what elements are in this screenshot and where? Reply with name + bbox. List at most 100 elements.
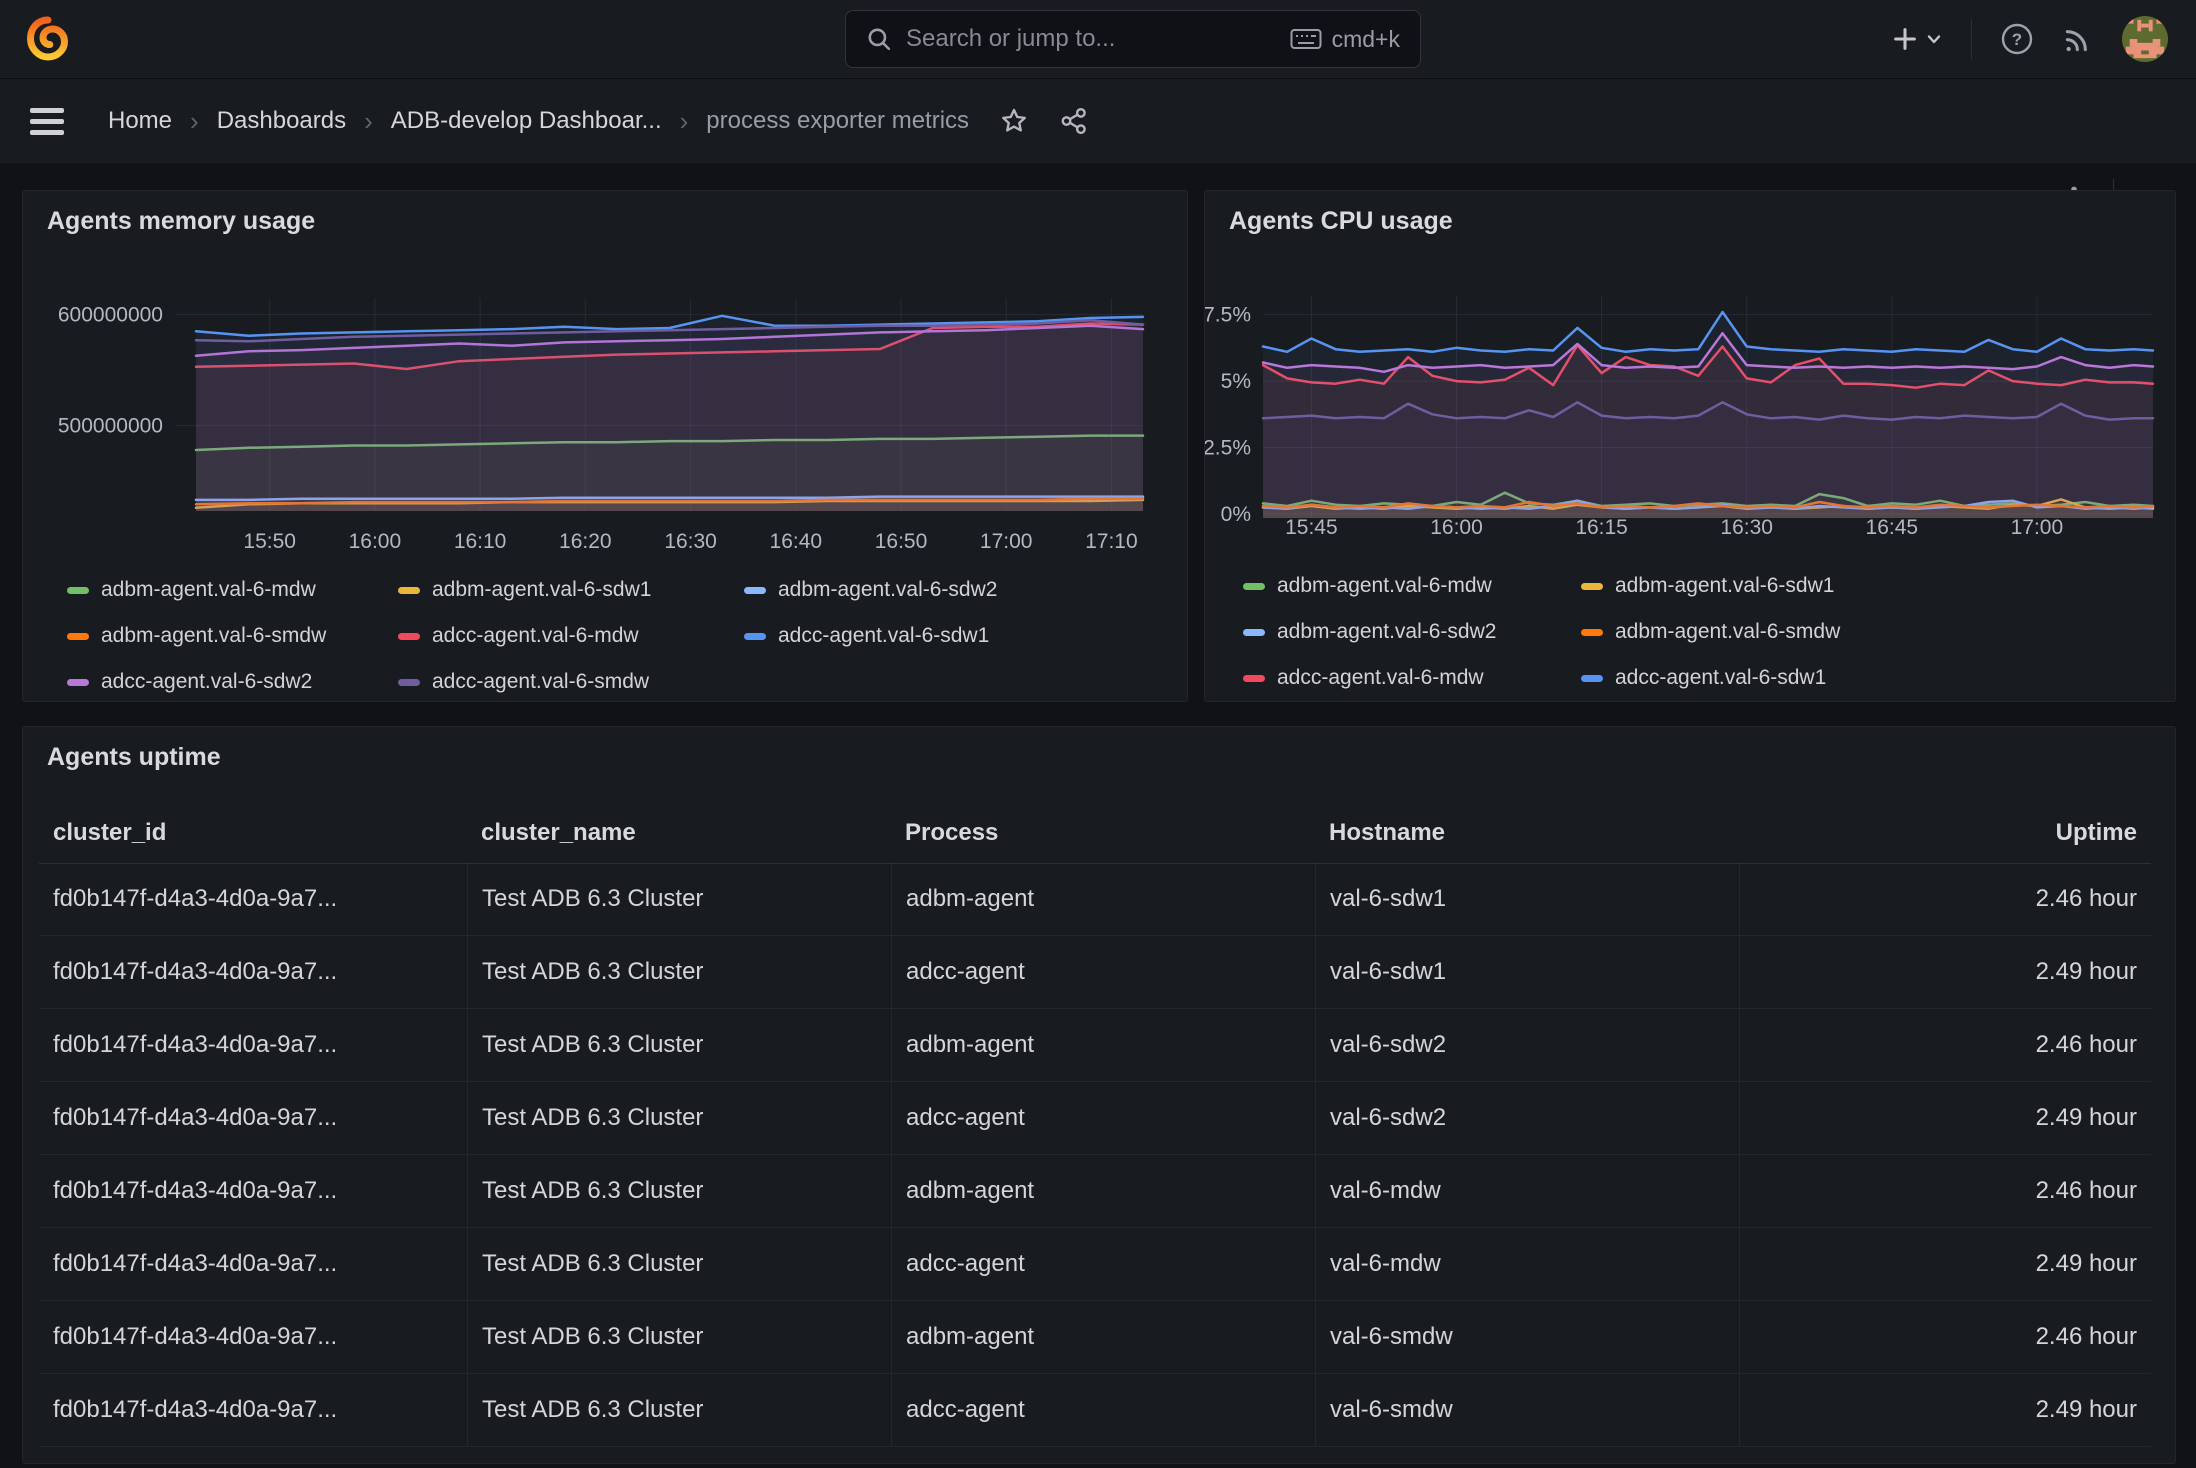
help-button[interactable]: ? [2000,22,2034,56]
legend-label: adbm-agent.val-6-sdw2 [1277,620,1496,644]
breadcrumb-current-page: process exporter metrics [706,107,969,135]
legend-item[interactable]: adbm-agent.val-6-sdw2 [1243,617,1581,647]
table-cell: 2.46 hour [1739,1301,2151,1373]
table-cell: 2.46 hour [1739,1155,2151,1227]
svg-text:16:30: 16:30 [664,530,717,553]
table-cell: 2.49 hour [1739,1228,2151,1300]
star-icon[interactable] [999,106,1029,136]
legend-item[interactable]: adcc-agent.val-6-smdw [398,667,744,697]
table-cell: val-6-sdw1 [1315,863,1739,935]
table-cell: 2.46 hour [1739,863,2151,935]
table-row[interactable]: fd0b147f-d4a3-4d0a-9a7...Test ADB 6.3 Cl… [39,1082,2151,1155]
panel-title[interactable]: Agents uptime [47,743,221,772]
mega-menu-toggle[interactable] [30,108,64,135]
memory-chart-legend: adbm-agent.val-6-mdwadbm-agent.val-6-sdw… [67,575,997,697]
column-header-cluster-id[interactable]: cluster_id [39,819,467,847]
table-cell: Test ADB 6.3 Cluster [467,1228,891,1300]
svg-text:17:10: 17:10 [1085,530,1138,553]
rss-icon [2062,23,2094,55]
legend-swatch [398,679,420,686]
table-cell: Test ADB 6.3 Cluster [467,1301,891,1373]
table-row[interactable]: fd0b147f-d4a3-4d0a-9a7...Test ADB 6.3 Cl… [39,1155,2151,1228]
svg-text:2.5%: 2.5% [1205,437,1251,460]
panel-agents-memory-usage: Agents memory usage 50000000060000000015… [22,190,1188,702]
cpu-usage-chart[interactable]: 0%2.5%5%7.5%15:4516:0016:1516:3016:4517:… [1205,286,2175,566]
table-row[interactable]: fd0b147f-d4a3-4d0a-9a7...Test ADB 6.3 Cl… [39,1228,2151,1301]
dashboard-quick-actions [999,106,1089,136]
column-header-hostname[interactable]: Hostname [1315,819,1739,847]
legend-item[interactable]: adbm-agent.val-6-sdw1 [1581,571,1840,601]
legend-item[interactable]: adbm-agent.val-6-smdw [1581,617,1840,647]
table-cell: val-6-sdw1 [1315,936,1739,1008]
svg-text:16:40: 16:40 [770,530,823,553]
table-row[interactable]: fd0b147f-d4a3-4d0a-9a7...Test ADB 6.3 Cl… [39,1301,2151,1374]
search-input[interactable]: Search or jump to... cmd+k [845,10,1421,68]
panel-title[interactable]: Agents memory usage [47,207,315,236]
table-cell: val-6-sdw2 [1315,1009,1739,1081]
table-row[interactable]: fd0b147f-d4a3-4d0a-9a7...Test ADB 6.3 Cl… [39,936,2151,1009]
breadcrumb-dashboards[interactable]: Dashboards [217,107,346,135]
table-header: cluster_idcluster_nameProcessHostnameUpt… [39,803,2151,864]
svg-text:500000000: 500000000 [58,415,163,438]
table-cell: fd0b147f-d4a3-4d0a-9a7... [39,936,467,1008]
table-row[interactable]: fd0b147f-d4a3-4d0a-9a7...Test ADB 6.3 Cl… [39,863,2151,936]
legend-swatch [1581,629,1603,636]
svg-text:5%: 5% [1221,370,1251,393]
table-cell: fd0b147f-d4a3-4d0a-9a7... [39,1082,467,1154]
legend-label: adbm-agent.val-6-mdw [1277,574,1492,598]
user-avatar[interactable] [2122,16,2168,62]
top-nav-bar: Search or jump to... cmd+k [0,0,2196,78]
legend-item[interactable]: adbm-agent.val-6-smdw [67,621,398,651]
search-icon [866,26,892,52]
legend-item[interactable]: adbm-agent.val-6-sdw1 [398,575,744,605]
legend-item[interactable]: adbm-agent.val-6-mdw [67,575,398,605]
legend-item[interactable]: adcc-agent.val-6-mdw [1243,663,1581,693]
breadcrumb: Home › Dashboards › ADB-develop Dashboar… [108,106,969,137]
column-header-cluster-name[interactable]: cluster_name [467,819,891,847]
table-cell: fd0b147f-d4a3-4d0a-9a7... [39,1374,467,1446]
legend-item[interactable]: adcc-agent.val-6-sdw1 [744,621,997,651]
legend-item[interactable]: adcc-agent.val-6-sdw2 [67,667,398,697]
table-row[interactable]: fd0b147f-d4a3-4d0a-9a7...Test ADB 6.3 Cl… [39,1009,2151,1082]
table-cell: adcc-agent [891,936,1315,1008]
legend-item[interactable]: adcc-agent.val-6-sdw1 [1581,663,1840,693]
legend-label: adbm-agent.val-6-smdw [1615,620,1840,644]
share-icon[interactable] [1059,106,1089,136]
breadcrumb-dashboard-name[interactable]: ADB-develop Dashboar... [391,107,662,135]
legend-label: adbm-agent.val-6-smdw [101,624,326,648]
legend-label: adcc-agent.val-6-mdw [432,624,639,648]
svg-text:17:00: 17:00 [2011,516,2064,539]
legend-swatch [1243,629,1265,636]
panel-title[interactable]: Agents CPU usage [1229,207,1453,236]
legend-swatch [67,587,89,594]
breadcrumb-home[interactable]: Home [108,107,172,135]
legend-label: adcc-agent.val-6-sdw1 [778,624,989,648]
legend-swatch [67,679,89,686]
table-cell: fd0b147f-d4a3-4d0a-9a7... [39,1155,467,1227]
table-cell: adcc-agent [891,1082,1315,1154]
memory-usage-chart[interactable]: 50000000060000000015:5016:0016:1016:2016… [23,286,1187,566]
svg-text:15:45: 15:45 [1285,516,1338,539]
table-cell: 2.49 hour [1739,936,2151,1008]
table-cell: fd0b147f-d4a3-4d0a-9a7... [39,1228,467,1300]
breadcrumb-separator: › [364,106,373,137]
breadcrumb-bar: Home › Dashboards › ADB-develop Dashboar… [0,78,2196,163]
column-header-uptime[interactable]: Uptime [1739,819,2151,847]
legend-item[interactable]: adcc-agent.val-6-mdw [398,621,744,651]
table-cell: adcc-agent [891,1228,1315,1300]
news-button[interactable] [2062,23,2094,55]
svg-text:16:30: 16:30 [1720,516,1773,539]
table-row[interactable]: fd0b147f-d4a3-4d0a-9a7...Test ADB 6.3 Cl… [39,1374,2151,1447]
legend-item[interactable]: adbm-agent.val-6-mdw [1243,571,1581,601]
legend-label: adbm-agent.val-6-sdw1 [1615,574,1834,598]
legend-swatch [1581,675,1603,682]
table-cell: fd0b147f-d4a3-4d0a-9a7... [39,1301,467,1373]
svg-text:600000000: 600000000 [58,304,163,327]
legend-item[interactable]: adbm-agent.val-6-sdw2 [744,575,997,605]
table-cell: val-6-smdw [1315,1374,1739,1446]
grafana-dashboard: Search or jump to... cmd+k [0,0,2196,1468]
grafana-logo[interactable] [24,15,72,63]
table-body: fd0b147f-d4a3-4d0a-9a7...Test ADB 6.3 Cl… [39,863,2151,1447]
new-dashboard-button[interactable] [1891,25,1943,53]
column-header-process[interactable]: Process [891,819,1315,847]
